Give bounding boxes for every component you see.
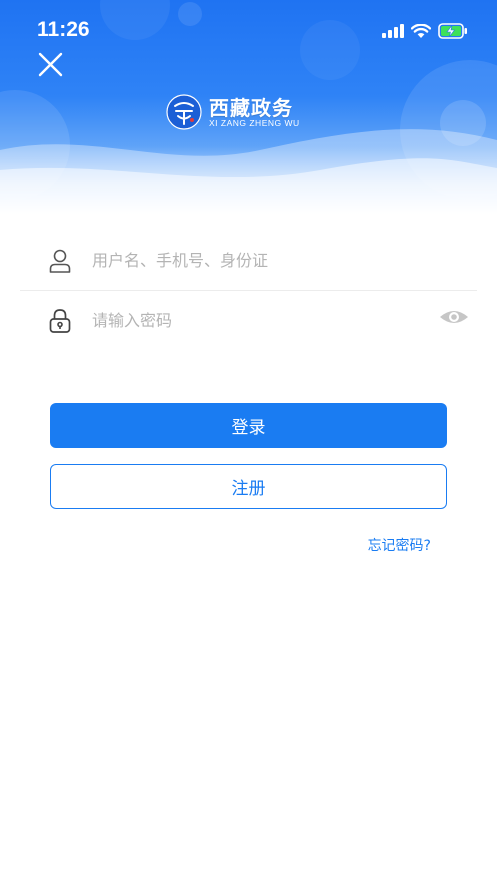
username-row: [20, 230, 477, 291]
battery-charging-icon: [438, 23, 467, 39]
user-icon: [49, 249, 71, 273]
status-time: 11:26: [37, 18, 90, 41]
eye-icon[interactable]: [439, 306, 469, 328]
signal-icon: [382, 24, 404, 38]
logo-title: 西藏政务: [209, 96, 293, 120]
forgot-password-link[interactable]: 忘记密码?: [368, 535, 431, 555]
login-button[interactable]: 登录: [50, 403, 447, 448]
close-button[interactable]: [34, 48, 68, 82]
close-icon: [38, 52, 63, 77]
password-input[interactable]: [92, 304, 422, 336]
logo-emblem-icon: [166, 94, 202, 130]
status-bar: 11:26: [0, 0, 497, 62]
app-logo: 西藏政务 XI ZANG ZHENG WU: [166, 94, 326, 134]
wifi-icon: [411, 23, 431, 38]
password-row: [20, 290, 477, 350]
logo-subtitle: XI ZANG ZHENG WU: [209, 118, 300, 128]
username-input[interactable]: [92, 244, 422, 276]
lock-icon: [49, 309, 71, 333]
register-button[interactable]: 注册: [50, 464, 447, 509]
